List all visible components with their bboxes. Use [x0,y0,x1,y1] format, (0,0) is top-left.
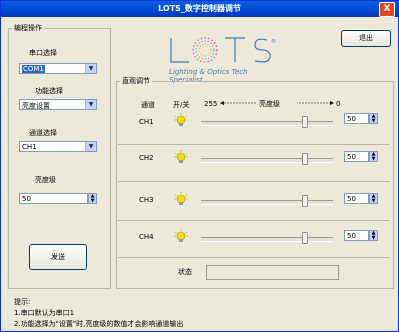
spin-down-icon[interactable]: ▼ [370,119,377,124]
brightness-level-label: 亮度级 [35,176,56,184]
channel-2-label: CH2 [139,154,154,162]
channel-3-slider-thumb[interactable] [302,195,309,207]
channel-3-label: CH3 [139,196,154,204]
channel-2-slider-thumb[interactable] [302,153,309,165]
lightbulb-icon[interactable] [174,113,188,127]
port-select[interactable]: COM1 ▼ [19,63,97,74]
channel-4-slider-track[interactable] [201,237,333,242]
chevron-down-icon[interactable]: ▼ [85,100,96,109]
scale-max-label: 255 [204,100,218,108]
channel-3-spinner[interactable]: ▲ ▼ [369,193,378,204]
channel-4-spinner[interactable]: ▲ ▼ [369,230,378,241]
status-label: 状态 [178,268,192,276]
channel-3-value-input[interactable]: 50 [344,193,369,204]
lots-logo: ® Lighting & Optics Tech Specialist [167,35,277,84]
channel-2-slider-track[interactable] [201,158,333,163]
channel-select[interactable]: CH1 ▼ [19,141,97,152]
channel-4-slider-thumb[interactable] [302,232,309,244]
col-switch-header: 开/关 [173,101,190,109]
col-channel-header: 通道 [141,101,155,109]
app-window: LOTS_数字控制器调节 X 编程操作 串口选择 COM1 ▼ 功能选择 亮度设… [0,0,399,332]
divider [118,144,390,145]
function-select[interactable]: 亮度设置 ▼ [19,99,97,110]
channel-2-value: 50 [347,153,356,161]
port-select-value: COM1 [22,65,45,73]
exit-button[interactable]: 退出 [341,30,391,47]
divider [118,257,390,258]
channel-2-spinner[interactable]: ▲ ▼ [369,151,378,162]
channel-1-value-input[interactable]: 50 [344,113,369,124]
channel-4-value-input[interactable]: 50 [344,230,369,241]
channel-1-slider-thumb[interactable] [302,116,309,128]
channel-1-spinner[interactable]: ▲ ▼ [369,113,378,124]
send-button[interactable]: 发送 [29,244,87,270]
lightbulb-icon[interactable] [174,192,188,206]
spin-down-icon[interactable]: ▼ [370,199,377,204]
spin-down-icon[interactable]: ▼ [370,236,377,241]
channel-2-value-input[interactable]: 50 [344,151,369,162]
channel-1-value: 50 [347,115,356,123]
function-select-label: 功能选择 [35,87,63,95]
window-title: LOTS_数字控制器调节 [158,4,241,13]
channel-4-value: 50 [347,232,356,240]
hint-title: 提示: [14,298,31,306]
title-bar[interactable]: LOTS_数字控制器调节 X [1,1,398,17]
registered-mark: ® [271,38,276,45]
lightbulb-icon[interactable] [174,229,188,243]
channel-1-slider-track[interactable] [201,121,333,126]
channel-select-value: CH1 [22,143,37,151]
channel-1-label: CH1 [139,118,154,126]
channel-4-label: CH4 [139,233,154,241]
function-select-value: 亮度设置 [22,102,50,110]
brightness-input[interactable]: 50 [19,193,88,204]
close-button[interactable]: X [379,2,395,17]
channel-3-slider-track[interactable] [201,200,333,205]
program-operation-title: 编程操作 [12,23,44,33]
spin-down-icon[interactable]: ▼ [370,157,377,162]
spin-down-icon[interactable]: ▼ [89,199,96,204]
port-select-label: 串口选择 [29,49,57,57]
chevron-down-icon[interactable]: ▼ [85,142,96,151]
channel-select-label: 通道选择 [29,129,57,137]
scale-min-label: 0 [336,100,341,108]
visual-adjust-title: 直观调节 [120,76,152,86]
lots-logo-letters: ® [170,37,276,63]
scale-title-label: 亮度级 [259,100,280,108]
chevron-down-icon[interactable]: ▼ [85,64,96,73]
brightness-input-value: 50 [22,195,31,203]
hint-line-2: 2.功能选择为"设置"时,亮度级的数值才会影响通道输出 [14,320,184,328]
hint-line-1: 1.串口默认为串口1 [14,309,75,317]
status-display [206,265,339,280]
lightbulb-icon[interactable] [174,150,188,164]
divider [118,220,390,221]
divider [118,181,390,182]
channel-3-value: 50 [347,195,356,203]
brightness-spinner[interactable]: ▲ ▼ [88,193,97,204]
